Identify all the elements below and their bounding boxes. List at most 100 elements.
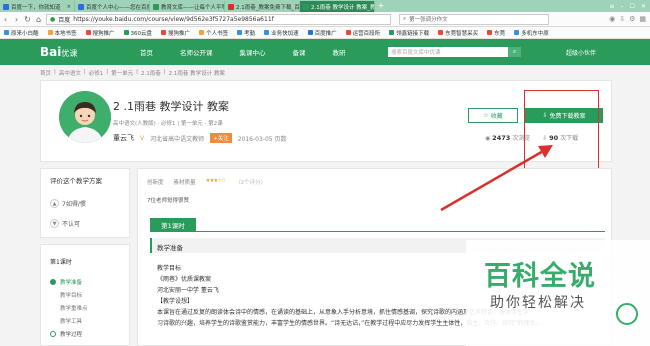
- back-icon[interactable]: ‹: [0, 15, 11, 24]
- breadcrumb-item[interactable]: 2.1雨巷: [141, 69, 161, 77]
- bookmark-label: 东莞智慧采买: [445, 30, 479, 37]
- not-approve-vote[interactable]: ▼ 不认可: [50, 219, 80, 228]
- author-name[interactable]: 董云飞: [113, 133, 134, 143]
- nav-item[interactable]: 集课中心: [240, 47, 266, 57]
- bookmark-item[interactable]: 360云盘: [123, 29, 152, 37]
- bookmark-label: 领鑫链接下载: [396, 30, 430, 37]
- breadcrumb-item[interactable]: 第一单元: [111, 69, 133, 77]
- bookmark-label: 搜狗推广: [92, 30, 115, 37]
- minimize-icon[interactable]: –: [621, 3, 624, 10]
- user-name[interactable]: 超级小伙伴: [566, 48, 596, 57]
- toc-item[interactable]: 教学工具: [50, 314, 88, 327]
- browser-tab[interactable]: 2.1雨巷 教学设计 教案_教学设计×: [300, 1, 375, 12]
- toc-label: 教学重难点: [60, 305, 88, 312]
- bookmark-label: 多机东中原: [521, 30, 549, 37]
- maximize-icon[interactable]: ☐: [630, 3, 635, 10]
- site-search-input[interactable]: 搜索百度文库中优课: [388, 47, 508, 57]
- bookmark-item[interactable]: 业务快加速: [264, 29, 299, 37]
- author-school: 河北省高中语文教师: [150, 135, 205, 143]
- browser-tab[interactable]: 百度一下，你就知道 ×: [0, 1, 75, 12]
- follow-button[interactable]: +关注: [210, 133, 232, 143]
- toc-label: 教学工具: [60, 318, 83, 325]
- bookmark-label: 搜狗推广: [168, 30, 191, 37]
- toc-item[interactable]: 教学重难点: [50, 301, 88, 314]
- forward-icon[interactable]: ›: [11, 15, 22, 24]
- watermark-logo-icon: [616, 303, 638, 325]
- toc-list: 教学准备教学目标教学重难点教学工具教学过程: [50, 275, 88, 340]
- tab-title: 百度个人中心——您在百度的足迹: [86, 4, 149, 11]
- rating-count: （2个评分）: [235, 180, 267, 186]
- bookmark-favicon-icon: [161, 30, 167, 35]
- bookmark-item[interactable]: 考勤: [237, 29, 255, 37]
- site-header: Bai优课 首页 名师公开课 集课中心 备课 教研 搜索百度文库中优课 ⌕ 超级小伙伴: [0, 39, 650, 65]
- browser-search-field[interactable]: ⌕ 第一张调分作文: [399, 13, 549, 25]
- bookmark-label: 业务快加速: [271, 30, 299, 37]
- browser-tab[interactable]: 2.1雨巷_教案免费下载_百度优质×: [225, 1, 300, 12]
- bookmark-item[interactable]: 东莞: [487, 29, 505, 37]
- bookmark-label: 东莞: [494, 30, 506, 37]
- toc-label: 教学目标: [60, 292, 83, 299]
- breadcrumb-separator: |: [106, 69, 109, 75]
- bookmark-item[interactable]: 东莞智慧采买: [438, 29, 478, 37]
- doc-meta: 董云飞 V 河北省高中语文教师 +关注 2016-03-05 页数: [113, 133, 287, 143]
- breadcrumb-item[interactable]: 首页: [40, 69, 51, 77]
- bookmark-favicon-icon: [487, 30, 493, 35]
- breadcrumb-item[interactable]: 2.1雨巷 教学设计 教案: [169, 69, 225, 77]
- menu-icon[interactable]: ≡: [610, 3, 615, 10]
- bookmark-item[interactable]: 搜狗推广: [85, 29, 115, 37]
- toc-item[interactable]: 教学目标: [50, 288, 88, 301]
- watermark-subtitle: 助你轻松解决: [490, 295, 586, 311]
- tab-lesson-1[interactable]: 第1课时: [150, 218, 196, 231]
- bookmark-item[interactable]: 搜狗推广: [161, 29, 190, 37]
- collect-button[interactable]: ☆ 收藏: [468, 108, 518, 123]
- bookmark-item[interactable]: 多机东中原: [514, 29, 549, 37]
- tab-close-icon[interactable]: ×: [67, 4, 71, 10]
- toc-item[interactable]: 教学准备: [50, 275, 88, 288]
- breadcrumb-item[interactable]: 高中语文: [59, 69, 81, 77]
- url-field[interactable]: ● 百度 https://youke.baidu.com/course/view…: [46, 13, 391, 25]
- bookmark-item[interactable]: 原来小白酷: [4, 29, 39, 37]
- eye-icon: ◉: [485, 135, 491, 142]
- watermark-title: 百科全说: [484, 261, 596, 292]
- tab-list: 百度一下，你就知道 × 百度个人中心——您在百度的足迹×教育文库——让每个人平等地提…: [0, 0, 375, 12]
- bookmark-item[interactable]: 百度推广: [307, 29, 337, 37]
- bookmark-item[interactable]: 本地书签: [47, 29, 77, 37]
- home-icon[interactable]: ⌂: [33, 15, 44, 24]
- nav-item[interactable]: 首页: [140, 47, 153, 57]
- tab-favicon-icon: [228, 3, 234, 10]
- browser-tab[interactable]: 教育文库——让每个人平等地提×: [150, 1, 225, 12]
- settings-icon[interactable]: ⚙: [629, 15, 635, 23]
- bookmark-item[interactable]: 运营百段所: [345, 29, 380, 37]
- site-search-button[interactable]: ⌕: [508, 47, 521, 57]
- bookmark-item[interactable]: 领鑫链接下载: [389, 29, 429, 37]
- site-logo[interactable]: Bai优课: [40, 45, 77, 59]
- secure-lock-icon: ●: [50, 15, 56, 23]
- browser-tools: ◉ ⇩ ⚙ ▦: [609, 15, 650, 23]
- breadcrumb-separator: |: [54, 69, 56, 75]
- thumbs-down-icon: ▼: [50, 219, 59, 228]
- tab-title: 2.1雨巷 教学设计 教案_教学设计: [311, 4, 375, 11]
- close-icon[interactable]: ✕: [641, 3, 646, 10]
- toc-item[interactable]: 教学过程: [50, 327, 88, 340]
- new-tab-button[interactable]: +: [375, 0, 387, 12]
- refresh-icon[interactable]: ↻: [22, 15, 33, 24]
- rating-stars[interactable]: ★★★☆☆: [206, 178, 227, 186]
- bookmark-item[interactable]: 个人书签: [199, 29, 228, 37]
- nav-item[interactable]: 教研: [333, 47, 346, 57]
- tab-favicon-icon: [303, 3, 309, 10]
- useful-vote[interactable]: ▲ 7如得/惯: [50, 199, 86, 208]
- toc-bullet-icon: [50, 330, 56, 337]
- logo-text: Bai: [40, 45, 62, 59]
- breadcrumb-item[interactable]: 必修1: [89, 69, 104, 77]
- browser-tab[interactable]: 百度个人中心——您在百度的足迹×: [75, 1, 150, 12]
- tab-title: 2.1雨巷_教案免费下载_百度优质: [236, 4, 300, 11]
- nav-item[interactable]: 名师公开课: [180, 47, 213, 57]
- extension-icon[interactable]: ◉: [609, 15, 615, 23]
- download-icon[interactable]: ⇩: [619, 15, 625, 23]
- bookmark-label: 考勤: [244, 30, 256, 37]
- tab-title: 百度一下，你就知道: [11, 4, 61, 11]
- tab-favicon-icon: [153, 3, 159, 10]
- nav-item[interactable]: 备课: [293, 47, 306, 57]
- grid-icon[interactable]: ▦: [639, 15, 646, 23]
- annotation-highlight-box: [524, 90, 599, 178]
